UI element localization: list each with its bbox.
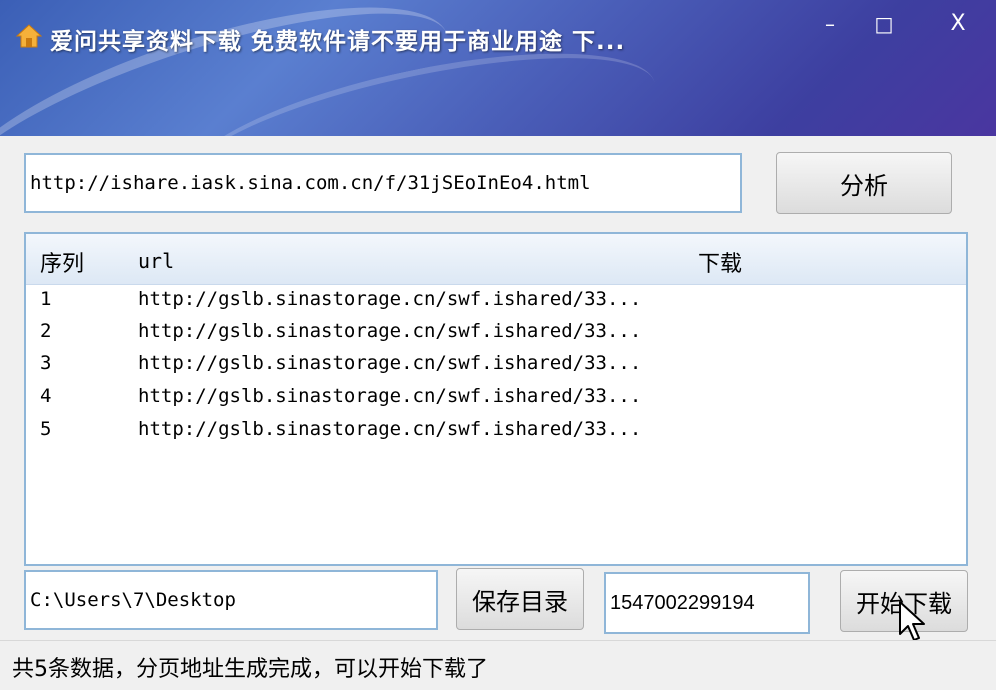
row-url: http://gslb.sinastorage.cn/swf.ishared/3… — [138, 385, 642, 407]
app-window: 爱问共享资料下载 免费软件请不要用于商业用途 下... – □ X http:/… — [0, 0, 996, 690]
column-header-seq[interactable]: 序列 — [40, 246, 84, 278]
column-header-download[interactable]: 下载 — [698, 246, 742, 278]
url-input[interactable]: http://ishare.iask.sina.com.cn/f/31jSEoI… — [24, 153, 742, 213]
row-url: http://gslb.sinastorage.cn/swf.ishared/3… — [138, 320, 642, 342]
status-text: 共5条数据，分页地址生成完成，可以开始下载了 — [12, 657, 488, 682]
title-bar[interactable]: 爱问共享资料下载 免费软件请不要用于商业用途 下... – □ X — [0, 0, 996, 136]
minimize-button[interactable]: – — [812, 12, 848, 38]
list-row[interactable]: 3 http://gslb.sinastorage.cn/swf.ishared… — [26, 350, 966, 382]
status-bar: 共5条数据，分页地址生成完成，可以开始下载了 — [0, 640, 996, 690]
close-button[interactable]: X — [940, 12, 976, 38]
row-seq: 4 — [40, 385, 52, 407]
window-title: 爱问共享资料下载 免费软件请不要用于商业用途 下... — [50, 29, 626, 55]
analyze-button[interactable]: 分析 — [776, 152, 952, 214]
maximize-button[interactable]: □ — [866, 12, 902, 38]
timestamp-input[interactable]: 1547002299194 — [604, 572, 810, 634]
mouse-cursor-icon — [899, 601, 925, 641]
row-url: http://gslb.sinastorage.cn/swf.ishared/3… — [138, 352, 642, 374]
list-row[interactable]: 4 http://gslb.sinastorage.cn/swf.ishared… — [26, 383, 966, 415]
list-row[interactable]: 5 http://gslb.sinastorage.cn/swf.ishared… — [26, 416, 966, 448]
row-seq: 5 — [40, 418, 52, 440]
row-url: http://gslb.sinastorage.cn/swf.ishared/3… — [138, 288, 642, 310]
list-row[interactable]: 2 http://gslb.sinastorage.cn/swf.ishared… — [26, 318, 966, 350]
list-row[interactable]: 1 http://gslb.sinastorage.cn/swf.ishared… — [26, 286, 966, 318]
column-header-url[interactable]: url — [138, 249, 174, 273]
row-seq: 2 — [40, 320, 52, 342]
row-url: http://gslb.sinastorage.cn/swf.ishared/3… — [138, 418, 642, 440]
url-list[interactable]: 序列 url 下载 1 http://gslb.sinastorage.cn/s… — [24, 232, 968, 566]
save-dir-input[interactable]: C:\Users\7\Desktop — [24, 570, 438, 630]
list-header: 序列 url 下载 — [26, 234, 966, 285]
row-seq: 3 — [40, 352, 52, 374]
save-dir-button[interactable]: 保存目录 — [456, 568, 584, 630]
row-seq: 1 — [40, 288, 52, 310]
home-icon — [16, 24, 42, 48]
